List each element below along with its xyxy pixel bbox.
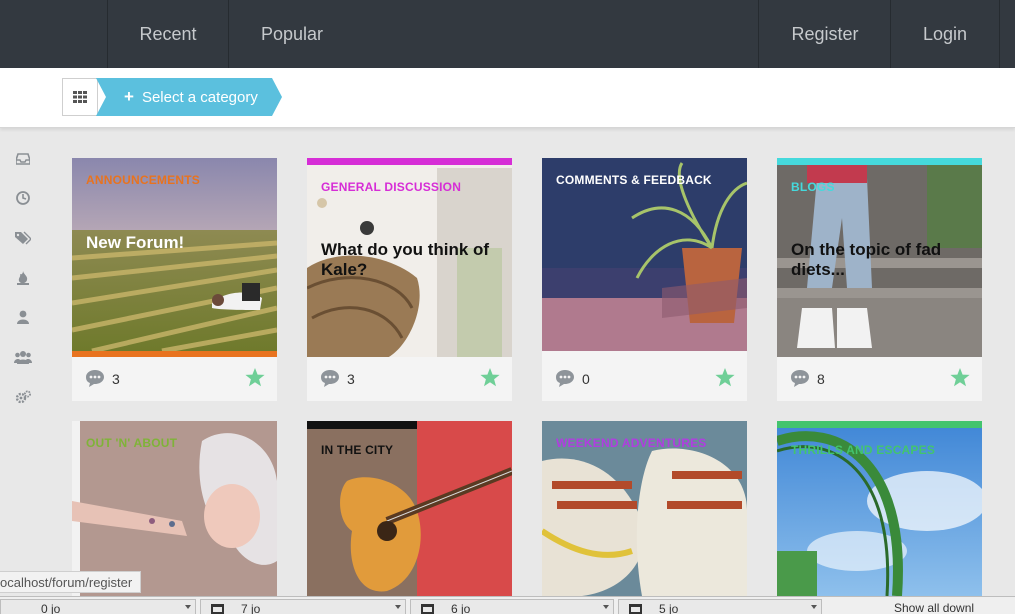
category-label[interactable]: COMMENTS & FEEDBACK (556, 173, 712, 187)
select-category-label-wrap: + Select a category (124, 78, 258, 116)
download-item[interactable]: 0 jo (0, 599, 196, 614)
comment-icon (321, 370, 339, 387)
nav-register[interactable]: Register (758, 0, 891, 68)
category-label[interactable]: IN THE CITY (321, 443, 393, 457)
card-footer: 8 (777, 357, 982, 401)
gears-icon[interactable] (14, 388, 32, 406)
plus-icon: + (124, 87, 134, 106)
status-bar-url: ocalhost/forum/register (0, 571, 142, 593)
comment-count: 8 (817, 371, 825, 387)
comment-count: 3 (112, 371, 120, 387)
chevron-down-icon[interactable] (811, 605, 817, 609)
card-footer: 0 (542, 357, 747, 401)
star-icon[interactable] (480, 368, 500, 387)
nav-popular-label: Popular (260, 23, 324, 44)
download-item-label: 7 jo (241, 602, 261, 614)
category-card-weekend-adventures[interactable]: WEEKEND ADVENTURES (542, 421, 747, 596)
card-accent-line (777, 421, 982, 428)
user-icon[interactable] (14, 308, 32, 326)
category-card-out-n-about[interactable]: OUT 'N' ABOUT (72, 421, 277, 596)
comment-icon (86, 370, 104, 387)
nav-recent[interactable]: Recent (107, 0, 228, 68)
select-category-label: Select a category (141, 88, 258, 106)
download-item-label: 6 jo (451, 602, 471, 614)
window-icon (211, 604, 224, 614)
category-label[interactable]: ANNOUNCEMENTS (86, 173, 200, 187)
download-item[interactable]: 5 jo (618, 599, 822, 614)
left-sidebar (0, 128, 46, 568)
breadcrumb-bar: + Select a category (0, 68, 1015, 128)
category-label[interactable]: OUT 'N' ABOUT (86, 436, 177, 450)
chevron-down-icon[interactable] (603, 605, 609, 609)
clock-icon[interactable] (14, 189, 32, 207)
category-card-comments-feedback[interactable]: COMMENTS & FEEDBACK 0 (542, 158, 747, 401)
select-category-button[interactable]: + Select a category (96, 78, 282, 116)
fire-icon[interactable] (14, 269, 32, 287)
star-icon[interactable] (715, 368, 735, 387)
nav-register-label: Register (791, 23, 859, 44)
comment-icon (791, 370, 809, 387)
category-card-in-the-city[interactable]: IN THE CITY (307, 421, 512, 596)
nav-login-label: Login (922, 23, 968, 44)
category-card-general-discussion[interactable]: GENERAL DISCUSSION What do you think of … (307, 158, 512, 401)
category-card-blogs[interactable]: BLOGS On the topic of fad diets... 8 (777, 158, 982, 401)
comment-icon (556, 370, 574, 387)
category-label[interactable]: BLOGS (791, 180, 835, 194)
show-all-downloads-label: Show all downl (894, 601, 975, 614)
topic-title[interactable]: What do you think of Kale? (321, 240, 501, 280)
download-item[interactable]: 7 jo (200, 599, 406, 614)
nav-login[interactable]: Login (890, 0, 1000, 68)
card-footer: 3 (72, 357, 277, 401)
category-card-thrills-and-escapes[interactable]: THRILLS AND ESCAPES (777, 421, 982, 596)
comment-count: 0 (582, 371, 590, 387)
nav-recent-label: Recent (139, 23, 197, 44)
top-navbar: Recent Popular Register Login (0, 0, 1015, 68)
comment-count: 3 (347, 371, 355, 387)
category-label[interactable]: WEEKEND ADVENTURES (556, 436, 707, 450)
download-item-label: 0 jo (41, 602, 61, 614)
window-icon (629, 604, 642, 614)
download-item-label: 5 jo (659, 602, 679, 614)
topic-title[interactable]: On the topic of fad diets... (791, 240, 971, 280)
category-card-announcements[interactable]: ANNOUNCEMENTS New Forum! 3 (72, 158, 277, 401)
card-footer: 3 (307, 357, 512, 401)
category-label[interactable]: GENERAL DISCUSSION (321, 180, 461, 194)
categories-grid-button[interactable] (62, 78, 98, 116)
nav-popular[interactable]: Popular (228, 0, 355, 68)
grid-icon (73, 91, 87, 103)
download-shelf: 0 jo 7 jo 6 jo 5 jo Show all downl (0, 596, 1015, 614)
show-all-downloads[interactable]: Show all downl (862, 599, 1015, 614)
chevron-down-icon[interactable] (185, 605, 191, 609)
inbox-icon[interactable] (14, 150, 32, 168)
category-label[interactable]: THRILLS AND ESCAPES (791, 443, 935, 457)
card-accent-line (307, 158, 512, 165)
card-accent-line (777, 158, 982, 165)
chevron-down-icon[interactable] (395, 605, 401, 609)
tags-icon[interactable] (14, 229, 32, 247)
users-icon[interactable] (14, 348, 32, 366)
topic-title[interactable]: New Forum! (86, 233, 266, 253)
window-icon (421, 604, 434, 614)
star-icon[interactable] (245, 368, 265, 387)
star-icon[interactable] (950, 368, 970, 387)
download-item[interactable]: 6 jo (410, 599, 614, 614)
